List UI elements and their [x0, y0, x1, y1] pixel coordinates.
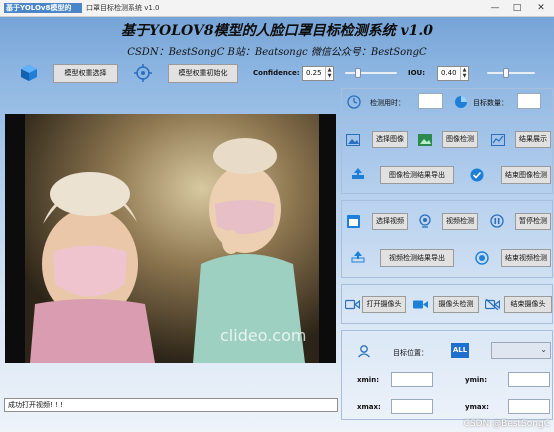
check-circle-icon: [469, 167, 485, 183]
window-title: 口罩目标检测系统 v1.0: [86, 4, 160, 12]
export-image-results-button[interactable]: 图像检测结果导出: [380, 166, 454, 184]
target-icon: [134, 64, 152, 82]
confidence-spinbox[interactable]: 0.25 ▲ ▼: [302, 66, 334, 81]
xmax-label: xmax:: [357, 403, 381, 411]
spin-arrows-icon[interactable]: ▲ ▼: [325, 67, 333, 80]
window-titlebar: 基于YOLOv8模型的 口罩目标检测系统 v1.0 — □ ✕: [0, 0, 554, 17]
ymax-field: [508, 399, 550, 414]
video-display: clideo.com: [5, 114, 336, 363]
export-video-results-button[interactable]: 视频检测结果导出: [380, 249, 454, 267]
open-camera-button[interactable]: 打开摄像头: [362, 296, 406, 313]
detect-image-button[interactable]: 图像检测: [442, 131, 478, 148]
iou-value: 0.40: [441, 69, 457, 77]
count-label: 目标数量：: [473, 99, 508, 107]
select-video-button[interactable]: 选择视频: [372, 213, 408, 230]
select-weights-button[interactable]: 模型权重选择: [53, 64, 118, 83]
confidence-slider[interactable]: [345, 68, 397, 78]
init-weights-button[interactable]: 模型权重初始化: [168, 64, 238, 83]
pause-detection-button[interactable]: 暂停检测: [515, 213, 551, 230]
csdn-watermark: CSDN @BestSongC: [463, 419, 550, 429]
target-position-label: 目标位置：: [393, 349, 428, 357]
chevron-down-icon: ⌄: [540, 345, 547, 354]
clock-icon: [346, 94, 362, 110]
pie-chart-icon: [453, 94, 469, 110]
all-badge: ALL: [451, 343, 469, 358]
xmin-field: [391, 372, 433, 387]
iou-slider-handle[interactable]: [503, 68, 510, 78]
camera-lens-icon: [417, 214, 433, 228]
maximize-button[interactable]: □: [510, 2, 524, 14]
camera-filled-icon: [412, 297, 428, 311]
app-title: 基于YOLOV8模型的人脸口罩目标检测系统 v1.0: [121, 23, 433, 39]
stop-image-detection-button[interactable]: 结束图像检测: [501, 166, 551, 184]
close-button[interactable]: ✕: [534, 2, 548, 14]
video-camera-icon: [344, 297, 360, 311]
status-bar: 成功打开视频! ! !: [4, 398, 338, 412]
iou-label: IOU:: [408, 69, 426, 77]
confidence-label: Confidence:: [253, 69, 300, 77]
video-file-icon: [345, 214, 361, 228]
stop-video-detection-button[interactable]: 结束视频检测: [501, 249, 551, 267]
camera-detect-button[interactable]: 摄像头检测: [433, 296, 479, 313]
export-icon: [350, 167, 366, 181]
time-label: 检测用时：: [370, 99, 405, 107]
video-overlay-text: clideo.com: [220, 326, 307, 345]
line-chart-icon: [490, 133, 506, 147]
ymin-field: [508, 372, 550, 387]
window-logo: 基于YOLOv8模型的: [4, 3, 82, 13]
camera-off-icon: [484, 297, 500, 311]
user-location-icon: [356, 343, 372, 359]
iou-spinbox[interactable]: 0.40 ▲ ▼: [437, 66, 469, 81]
show-results-button[interactable]: 结果展示: [515, 131, 551, 148]
confidence-slider-handle[interactable]: [355, 68, 361, 78]
pause-icon: [489, 214, 505, 228]
select-image-button[interactable]: 选择图像: [372, 131, 408, 148]
spin-arrows-icon[interactable]: ▲ ▼: [460, 67, 468, 80]
time-display: [418, 93, 443, 109]
stop-circle-icon: [474, 250, 490, 266]
export-icon: [350, 250, 366, 264]
detect-video-button[interactable]: 视频检测: [442, 213, 478, 230]
image-icon: [345, 133, 361, 147]
image-scan-icon: [417, 133, 433, 147]
target-select-dropdown[interactable]: ⌄: [491, 342, 551, 359]
count-display: [517, 93, 541, 109]
stop-camera-button[interactable]: 结束摄像头: [504, 296, 552, 313]
cube-icon: [20, 64, 38, 82]
ymin-label: ymin:: [465, 376, 488, 384]
iou-slider[interactable]: [487, 68, 535, 78]
xmin-label: xmin:: [357, 376, 379, 384]
confidence-value: 0.25: [306, 69, 322, 77]
app-subtitle: CSDN：BestSongC B站：Beatsongc 微信公众号：BestSo…: [127, 47, 427, 58]
ymax-label: ymax:: [465, 403, 489, 411]
minimize-button[interactable]: —: [488, 2, 502, 14]
xmax-field: [391, 399, 433, 414]
